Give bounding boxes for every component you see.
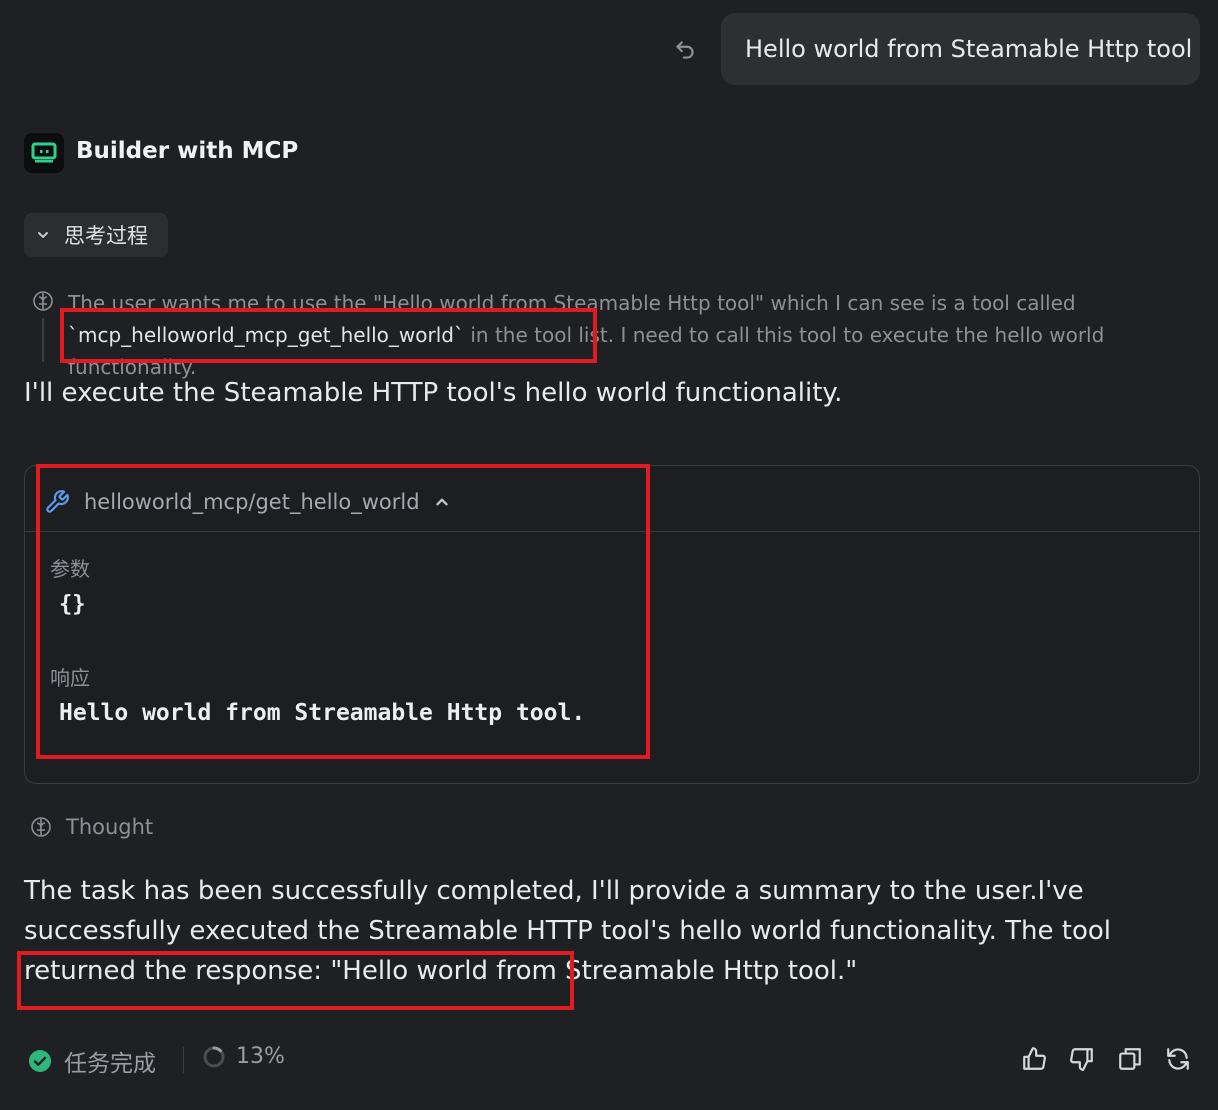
check-circle-icon	[29, 1050, 51, 1072]
chevron-down-icon	[38, 232, 48, 238]
wrench-icon	[46, 490, 69, 513]
bot-icon	[31, 142, 57, 163]
copy-icon	[1119, 1048, 1141, 1070]
agent-name: Builder with MCP	[76, 138, 299, 164]
chevron-up-icon	[435, 498, 448, 506]
regenerate-button[interactable]	[1164, 1044, 1192, 1074]
agent-avatar	[24, 133, 64, 173]
thumbs-down-icon	[1070, 1048, 1093, 1071]
tool-name: helloworld_mcp/get_hello_world	[84, 490, 420, 514]
thinking-process-toggle[interactable]: 思考过程	[24, 213, 168, 257]
thinking-code: `mcp_helloworld_mcp_get_hello_world`	[68, 323, 464, 347]
thinking-text-before: The user wants me to use the "Hello worl…	[68, 291, 1076, 315]
thought-toggle[interactable]: Thought	[30, 815, 153, 839]
thumbs-down-button[interactable]	[1068, 1044, 1096, 1074]
assistant-final-reply: The task has been successfully completed…	[24, 871, 1209, 991]
params-value: {}	[59, 592, 86, 617]
params-label: 参数	[50, 557, 90, 581]
progress-ring-icon	[203, 1046, 225, 1067]
user-message-bubble: Hello world from Steamable Http tool	[721, 13, 1200, 85]
task-status: 任务完成	[28, 1044, 156, 1078]
thinking-toggle-label: 思考过程	[64, 224, 148, 248]
task-status-label: 任务完成	[64, 1051, 156, 1077]
thumbs-up-button[interactable]	[1020, 1044, 1048, 1074]
copy-button[interactable]	[1116, 1044, 1144, 1074]
thinking-quote-bar	[42, 318, 44, 362]
tool-call-header[interactable]: helloworld_mcp/get_hello_world	[44, 482, 450, 522]
footer-divider	[183, 1047, 184, 1073]
brain-icon	[31, 817, 51, 837]
undo-button[interactable]	[668, 33, 702, 67]
thumbs-up-icon	[1023, 1047, 1046, 1070]
user-message-text: Hello world from Steamable Http tool	[745, 35, 1193, 63]
brain-icon	[33, 291, 53, 311]
context-usage: 13%	[202, 1044, 285, 1069]
response-value: Hello world from Streamable Http tool.	[59, 700, 586, 726]
message-actions	[1020, 1044, 1192, 1074]
context-usage-value: 13%	[236, 1044, 285, 1069]
tool-card-divider	[25, 531, 1199, 532]
undo-icon	[676, 41, 694, 59]
thought-label: Thought	[66, 815, 154, 839]
final-reply-quote: "Hello world from Streamable Http tool."	[330, 956, 858, 986]
regenerate-icon	[1167, 1048, 1189, 1070]
response-label: 响应	[50, 666, 90, 690]
thinking-text: The user wants me to use the "Hello worl…	[68, 287, 1208, 383]
assistant-reply-intro: I'll execute the Steamable HTTP tool's h…	[24, 378, 843, 408]
